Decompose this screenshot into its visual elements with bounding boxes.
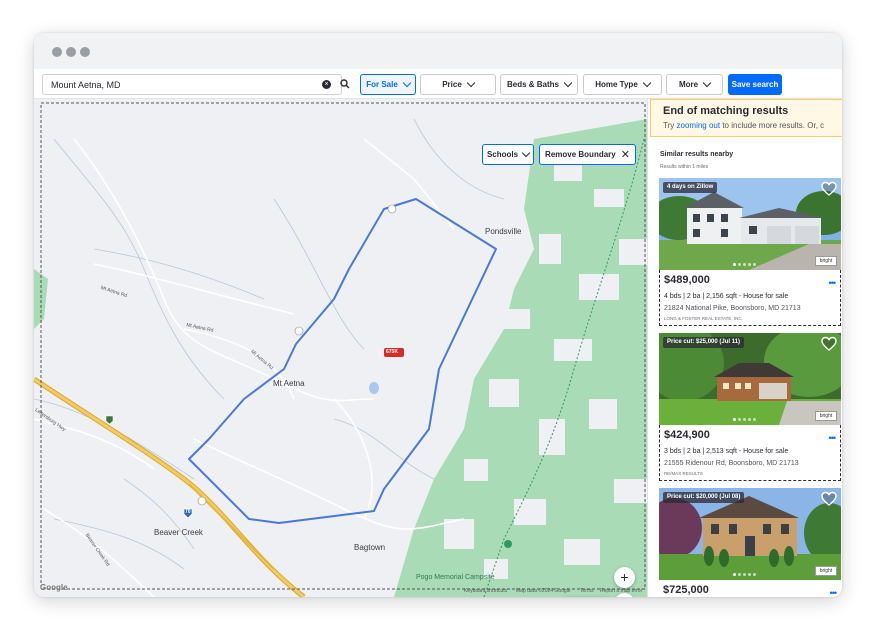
search-icon[interactable] (340, 79, 350, 89)
for-sale-label: For Sale (366, 80, 398, 89)
map-layer (34, 102, 647, 597)
map-canvas[interactable]: Schools Remove Boundary ✕ Pondsville Mt A… (34, 99, 647, 597)
home-type-filter-button[interactable]: Home Type (583, 74, 662, 95)
place-label-pogo: Pogo Memorial Campsite (416, 574, 495, 581)
listing-address: 21824 National Pike, Boonsboro, MD 21713 (664, 305, 801, 312)
more-filter-button[interactable]: More (666, 74, 723, 95)
chevron-down-icon (521, 148, 531, 158)
mls-logo: bright (815, 256, 837, 266)
end-sub-pre: Try (663, 121, 675, 130)
window-dot-icon[interactable] (80, 47, 90, 57)
chevron-down-icon (642, 78, 652, 88)
listing-price: $725,000 (663, 584, 709, 596)
listing-facts: 3 bds | 2 ba | 2,513 sqft - House for sa… (664, 448, 789, 455)
zoom-in-button[interactable]: + (614, 567, 635, 588)
filter-bar: × For Sale Price Beds & Baths Home Type … (34, 69, 842, 99)
more-options-icon[interactable]: ••• (830, 588, 838, 597)
home-type-label: Home Type (595, 80, 638, 89)
end-of-results-subtitle: Try zooming out to include more results.… (663, 121, 824, 130)
save-search-button[interactable]: Save search (728, 74, 782, 95)
map-data-attribution: Map data ©2024 Google (516, 588, 571, 594)
listing-broker: LONG & FOSTER REAL ESTATE, INC. (664, 316, 743, 321)
listing-facts: 4 bds | 2 ba | 2,156 sqft - House for sa… (664, 293, 789, 300)
listing-badge: 4 days on Zillow (663, 182, 718, 193)
listing-info[interactable]: $424,900 ••• 3 bds | 2 ba | 2,513 sqft -… (659, 425, 841, 481)
clear-search-icon[interactable]: × (322, 80, 331, 89)
more-label: More (678, 80, 699, 89)
close-icon: ✕ (620, 149, 630, 161)
remove-boundary-button[interactable]: Remove Boundary ✕ (539, 144, 636, 165)
terms-link[interactable]: Terms (580, 588, 594, 594)
favorite-heart-icon[interactable] (821, 181, 837, 197)
mls-logo: bright (815, 411, 837, 421)
chevron-down-icon (466, 78, 476, 88)
place-label-mt-aetna: Mt Aetna (273, 379, 305, 388)
similar-results-subtitle: Results within 1 miles (660, 164, 709, 170)
listing-card[interactable]: Price cut: $25,000 (Jul 11) bright $424,… (659, 333, 841, 483)
search-input[interactable] (42, 74, 342, 95)
listing-badge: Price cut: $20,000 (Jul 08) (663, 492, 745, 503)
window-titlebar (34, 33, 842, 69)
more-options-icon[interactable]: ••• (829, 278, 837, 288)
schools-label: Schools (486, 150, 519, 159)
photo-carousel-dots[interactable] (733, 418, 756, 421)
favorite-heart-icon[interactable] (821, 491, 837, 507)
chevron-down-icon (702, 78, 712, 88)
window-dot-icon[interactable] (52, 47, 62, 57)
browser-window: × For Sale Price Beds & Baths Home Type … (34, 33, 842, 597)
remove-boundary-label: Remove Boundary (545, 150, 616, 159)
price-filter-button[interactable]: Price (420, 74, 496, 95)
photo-carousel-dots[interactable] (733, 573, 756, 576)
zoom-out-link[interactable]: zooming out (677, 121, 721, 130)
similar-results-title: Similar results nearby (660, 151, 734, 158)
report-error-link[interactable]: Report a map error (600, 588, 642, 594)
listing-card[interactable]: 4 days on Zillow bright $489,000 ••• 4 b… (659, 178, 841, 328)
for-sale-filter-button[interactable]: For Sale (360, 74, 416, 95)
route-badge: 675K (386, 349, 398, 355)
listing-price: $424,900 (664, 429, 710, 441)
end-of-results-title: End of matching results (663, 105, 789, 117)
keyboard-shortcuts-link[interactable]: Keyboard shortcuts (464, 588, 507, 594)
listing-card[interactable]: Price cut: $20,000 (Jul 08) bright $725,… (659, 488, 841, 597)
listing-photo[interactable]: Price cut: $25,000 (Jul 11) bright (659, 333, 841, 425)
end-sub-post: to include more results. Or, c (722, 121, 825, 130)
place-label-beaver-creek: Beaver Creek (154, 528, 203, 537)
results-panel: End of matching results Try zooming out … (647, 99, 842, 597)
listing-photo[interactable]: Price cut: $20,000 (Jul 08) bright (659, 488, 841, 580)
listing-info[interactable]: $725,000 ••• (659, 580, 841, 597)
chevron-down-icon (402, 78, 412, 88)
schools-button[interactable]: Schools (482, 144, 534, 165)
mls-logo: bright (815, 566, 837, 576)
listing-price: $489,000 (664, 274, 710, 286)
listing-address: 21555 Ridenour Rd, Boonsboro, MD 21713 (664, 460, 799, 467)
google-logo: Google (40, 583, 68, 592)
photo-carousel-dots[interactable] (733, 263, 756, 266)
place-label-pondsville: Pondsville (485, 227, 522, 236)
favorite-heart-icon[interactable] (821, 336, 837, 352)
beds-baths-label: Beds & Baths (506, 80, 559, 89)
price-label: Price (442, 80, 462, 89)
chevron-down-icon (563, 78, 573, 88)
listing-photo[interactable]: 4 days on Zillow bright (659, 178, 841, 270)
listing-info[interactable]: $489,000 ••• 4 bds | 2 ba | 2,156 sqft -… (659, 270, 841, 326)
listing-broker: RE/MAX RESULTS (664, 471, 703, 476)
beds-baths-filter-button[interactable]: Beds & Baths (500, 74, 578, 95)
listing-badge: Price cut: $25,000 (Jul 11) (663, 337, 745, 348)
interstate-shield-label: 70 (185, 509, 191, 515)
place-label-bagtown: Bagtown (354, 543, 386, 552)
window-dot-icon[interactable] (66, 47, 76, 57)
more-options-icon[interactable]: ••• (829, 433, 837, 443)
